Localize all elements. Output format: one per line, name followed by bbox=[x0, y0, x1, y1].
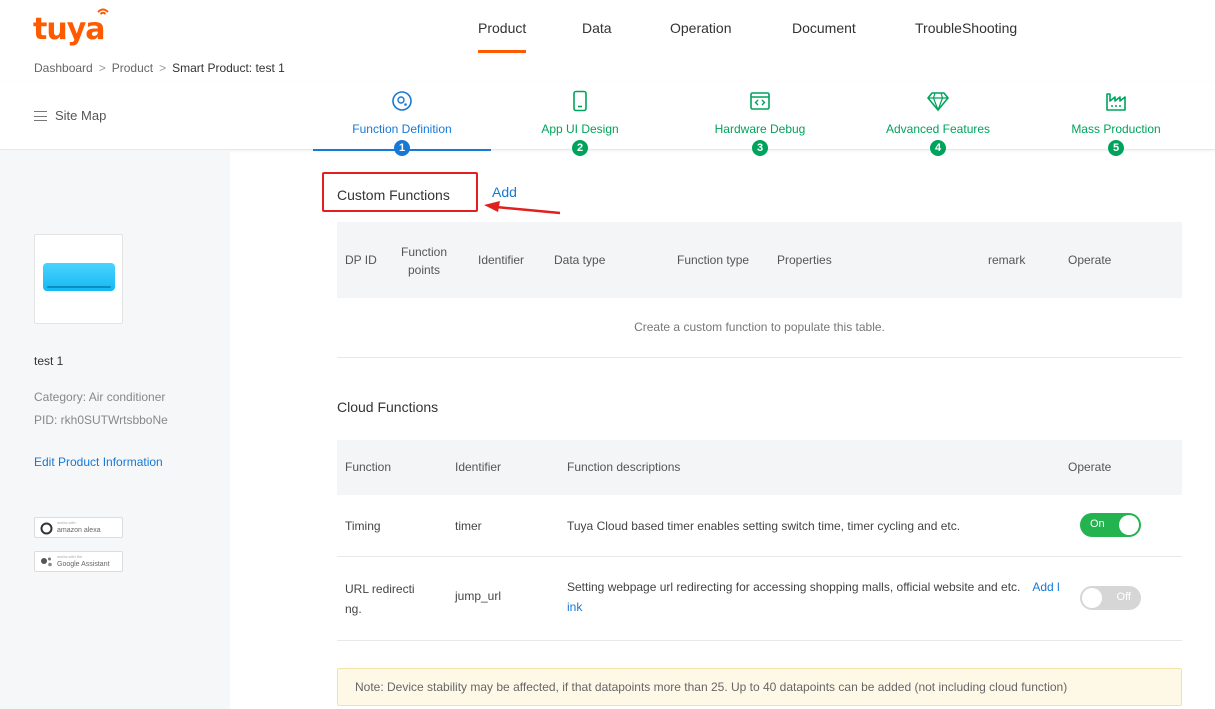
nav-document[interactable]: Document bbox=[792, 20, 856, 36]
column-header: Identifier bbox=[478, 253, 525, 267]
main-content: Custom Functions Add DP ID Function poin… bbox=[313, 151, 1193, 709]
step-number: 3 bbox=[752, 140, 768, 156]
badge-caption: works with the bbox=[57, 554, 83, 559]
function-name: Timing bbox=[345, 519, 381, 533]
url-redirect-toggle[interactable]: Off bbox=[1080, 586, 1141, 610]
breadcrumb-product[interactable]: Product bbox=[112, 61, 153, 75]
nav-operation[interactable]: Operation bbox=[670, 20, 731, 36]
step-number: 2 bbox=[572, 140, 588, 156]
table-row: URL redirecting. jump_url Setting webpag… bbox=[337, 557, 1182, 641]
breadcrumb-current: Smart Product: test 1 bbox=[172, 61, 285, 75]
toggle-knob bbox=[1082, 588, 1102, 608]
menu-icon bbox=[34, 111, 47, 121]
annotation-arrow-icon bbox=[484, 201, 561, 215]
air-conditioner-image bbox=[43, 263, 115, 291]
step-advanced-features[interactable]: Advanced Features 4 bbox=[858, 82, 1018, 156]
product-category: Category: Air conditioner bbox=[34, 390, 166, 404]
column-header: Properties bbox=[777, 253, 832, 267]
nav-troubleshooting[interactable]: TroubleShooting bbox=[915, 20, 1017, 36]
column-header: Function bbox=[345, 460, 392, 474]
factory-icon bbox=[1105, 90, 1127, 112]
diamond-icon bbox=[927, 90, 949, 112]
badge-text: Google Assistant bbox=[57, 561, 110, 568]
cloud-functions-title: Cloud Functions bbox=[337, 399, 439, 415]
step-function-definition[interactable]: Function Definition 1 bbox=[313, 82, 491, 156]
tuya-logo[interactable]: tuya bbox=[33, 8, 109, 47]
cloud-functions-table-header: Function Identifier Function description… bbox=[337, 440, 1182, 495]
toggle-knob bbox=[1119, 515, 1139, 535]
column-header: Data type bbox=[554, 253, 606, 267]
google-assistant-badge[interactable]: works with the Google Assistant bbox=[34, 551, 123, 572]
breadcrumb: Dashboard > Product > Smart Product: test 1 bbox=[34, 61, 285, 75]
table-row: Timing timer Tuya Cloud based timer enab… bbox=[337, 495, 1182, 557]
product-sidebar: test 1 Category: Air conditioner PID: rk… bbox=[0, 151, 230, 709]
product-thumbnail bbox=[34, 234, 123, 324]
breadcrumb-separator: > bbox=[98, 61, 106, 75]
function-description: Tuya Cloud based timer enables setting s… bbox=[567, 519, 961, 533]
site-map-label: Site Map bbox=[55, 108, 107, 123]
function-name: URL redirecting. bbox=[345, 582, 415, 616]
column-header: Operate bbox=[1068, 253, 1112, 267]
custom-functions-empty-state: Create a custom function to populate thi… bbox=[337, 298, 1182, 358]
amazon-alexa-badge[interactable]: works with amazon alexa bbox=[34, 517, 123, 538]
timing-toggle[interactable]: On bbox=[1080, 513, 1141, 537]
product-name: test 1 bbox=[34, 354, 64, 368]
column-header: Function points bbox=[400, 245, 448, 277]
logo-text: tuya bbox=[33, 12, 105, 47]
column-header: Function descriptions bbox=[567, 460, 681, 474]
breadcrumb-dashboard[interactable]: Dashboard bbox=[34, 61, 93, 75]
alexa-icon bbox=[40, 522, 53, 537]
google-assistant-icon bbox=[40, 556, 54, 570]
step-label: Function Definition bbox=[352, 122, 452, 136]
function-description: Setting webpage url redirecting for acce… bbox=[567, 577, 1062, 617]
step-label: App UI Design bbox=[541, 122, 619, 136]
nav-product[interactable]: Product bbox=[478, 20, 527, 53]
datapoint-limit-note: Note: Device stability may be affected, … bbox=[337, 668, 1182, 706]
column-header: Identifier bbox=[455, 460, 502, 474]
toggle-label: On bbox=[1090, 518, 1105, 530]
breadcrumb-separator: > bbox=[159, 61, 167, 75]
column-header: Function type bbox=[677, 253, 750, 267]
column-header: DP ID bbox=[345, 253, 377, 267]
badge-text: amazon alexa bbox=[57, 527, 101, 534]
function-identifier: jump_url bbox=[455, 589, 502, 603]
edit-product-information-link[interactable]: Edit Product Information bbox=[34, 455, 163, 469]
step-app-ui-design[interactable]: App UI Design 2 bbox=[500, 82, 660, 156]
step-hardware-debug[interactable]: Hardware Debug 3 bbox=[680, 82, 840, 156]
top-bar: tuya Product Data Operation Document Tro… bbox=[0, 0, 1215, 82]
description-text: Setting webpage url redirecting for acce… bbox=[567, 580, 1021, 594]
step-label: Advanced Features bbox=[885, 122, 991, 136]
custom-functions-table-header: DP ID Function points Identifier Data ty… bbox=[337, 222, 1182, 298]
function-identifier: timer bbox=[455, 519, 482, 533]
add-custom-function-link[interactable]: Add bbox=[492, 184, 517, 200]
step-number: 1 bbox=[394, 140, 410, 156]
step-number: 5 bbox=[1108, 140, 1124, 156]
step-label: Mass Production bbox=[1071, 122, 1161, 136]
badge-caption: works with bbox=[57, 520, 76, 525]
column-header: Operate bbox=[1068, 460, 1112, 474]
step-label: Hardware Debug bbox=[714, 122, 806, 136]
product-pid: PID: rkh0SUTWrtsbboNe bbox=[34, 413, 168, 427]
custom-functions-title: Custom Functions bbox=[337, 187, 450, 203]
nav-data[interactable]: Data bbox=[582, 20, 612, 36]
step-mass-production[interactable]: Mass Production 5 bbox=[1036, 82, 1196, 156]
wifi-icon bbox=[97, 6, 109, 20]
phone-icon bbox=[569, 90, 591, 112]
toggle-label: Off bbox=[1116, 591, 1131, 603]
step-number: 4 bbox=[930, 140, 946, 156]
column-header: remark bbox=[988, 253, 1026, 267]
gear-icon bbox=[391, 90, 413, 112]
steps-bar: Site Map Function Definition 1 App UI De… bbox=[0, 82, 1215, 156]
site-map-button[interactable]: Site Map bbox=[34, 108, 106, 123]
code-window-icon bbox=[749, 90, 771, 112]
